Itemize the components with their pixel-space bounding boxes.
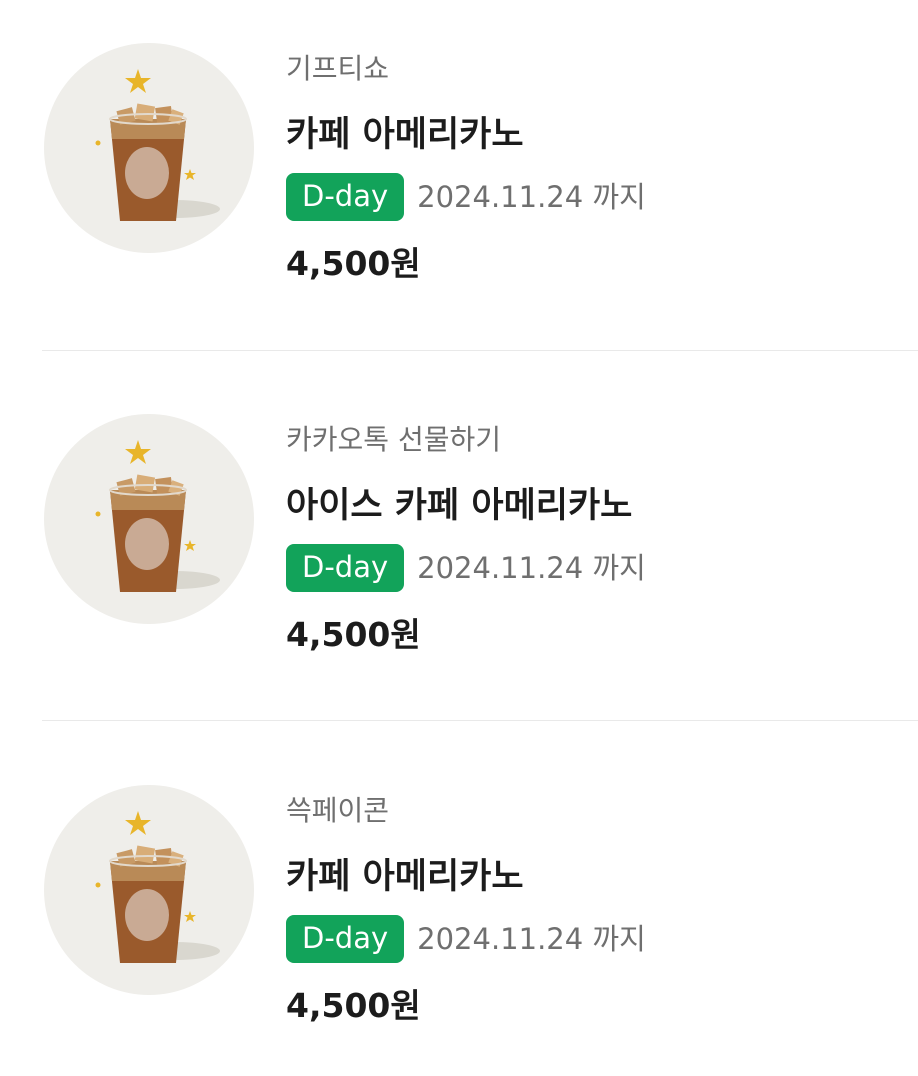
product-thumbnail	[44, 43, 254, 253]
expiry-date: 2024.11.24 까지	[417, 922, 646, 956]
list-item[interactable]: 쓱페이콘 카페 아메리카노 D-day 2024.11.24 까지 4,500원	[0, 742, 918, 1042]
dday-badge: D-day	[286, 544, 405, 592]
brand-label: 기프티쇼	[286, 52, 390, 85]
product-thumbnail	[44, 785, 254, 995]
iced-americano-icon	[95, 811, 220, 963]
gift-list: 기프티쇼 카페 아메리카노 D-day 2024.11.24 까지 4,500원	[0, 0, 918, 1076]
product-thumbnail	[44, 414, 254, 624]
brand-label: 쓱페이콘	[286, 794, 390, 827]
list-item[interactable]: 기프티쇼 카페 아메리카노 D-day 2024.11.24 까지 4,500원	[0, 0, 918, 300]
iced-americano-icon	[95, 440, 220, 592]
list-divider	[42, 350, 918, 351]
expiry-row: D-day 2024.11.24 까지	[286, 915, 646, 963]
product-name: 카페 아메리카노	[286, 115, 524, 155]
list-item[interactable]: 카카오톡 선물하기 아이스 카페 아메리카노 D-day 2024.11.24 …	[0, 371, 918, 671]
price: 4,500원	[286, 615, 421, 654]
iced-americano-icon	[95, 69, 220, 221]
expiry-row: D-day 2024.11.24 까지	[286, 173, 646, 221]
dday-badge: D-day	[286, 173, 405, 221]
expiry-date: 2024.11.24 까지	[417, 551, 646, 585]
list-divider	[42, 720, 918, 721]
product-name: 아이스 카페 아메리카노	[286, 486, 633, 526]
dday-badge: D-day	[286, 915, 405, 963]
price: 4,500원	[286, 244, 421, 283]
expiry-date: 2024.11.24 까지	[417, 180, 646, 214]
brand-label: 카카오톡 선물하기	[286, 423, 501, 456]
expiry-row: D-day 2024.11.24 까지	[286, 544, 646, 592]
price: 4,500원	[286, 986, 421, 1025]
product-name: 카페 아메리카노	[286, 857, 524, 897]
